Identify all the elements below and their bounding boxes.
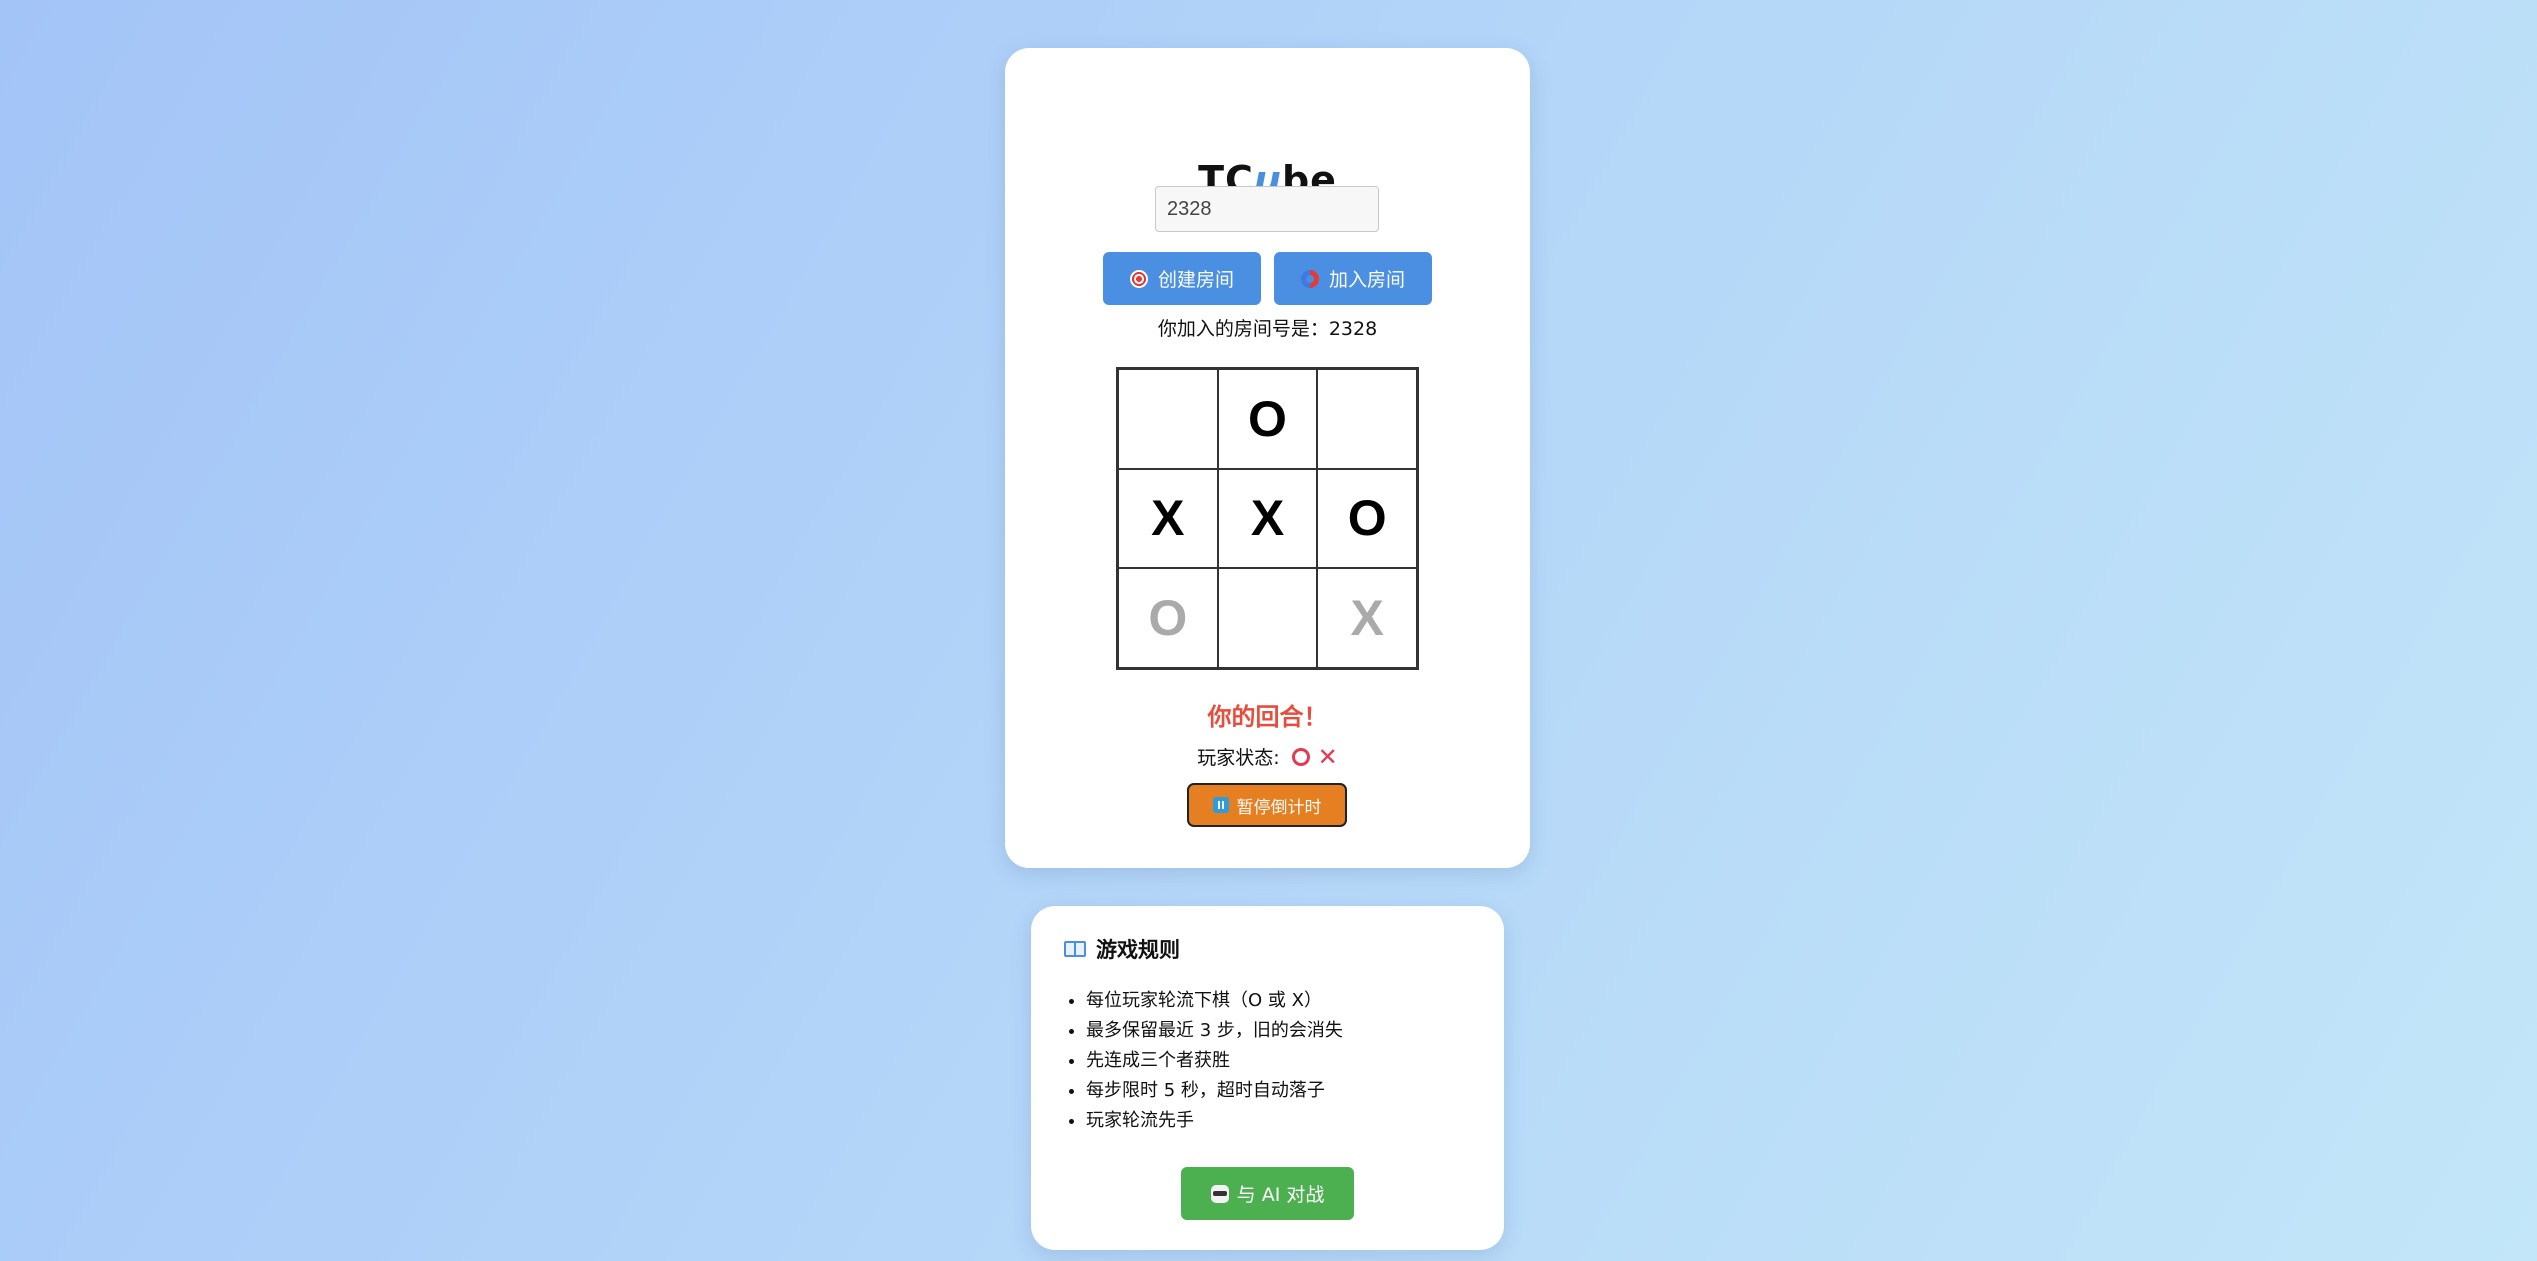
create-room-button[interactable]: 创建房间 [1103, 252, 1261, 305]
play-vs-ai-button[interactable]: 与 AI 对战 [1181, 1167, 1354, 1220]
game-board: O X X O O X [1116, 367, 1419, 670]
room-status-text: 你加入的房间号是：2328 [1157, 318, 1378, 340]
board-cell[interactable]: X [1118, 468, 1218, 569]
pause-timer-button[interactable]: 暂停倒计时 [1187, 783, 1347, 827]
rule-item: 先连成三个者获胜 [1086, 1046, 1343, 1076]
rule-item: 玩家轮流先手 [1086, 1106, 1343, 1136]
create-room-label: 创建房间 [1157, 269, 1234, 291]
rules-card: 游戏规则 每位玩家轮流下棋（O 或 X） 最多保留最近 3 步，旧的会消失 先连… [1031, 906, 1504, 1250]
game-card: TCube 创建房间 加入房间 你加入的房间号是：2328 O X X O O … [1005, 48, 1530, 868]
target-icon [1129, 269, 1148, 288]
robot-icon [1210, 1184, 1229, 1203]
board-cell[interactable] [1217, 568, 1318, 668]
ring-icon [1291, 747, 1310, 766]
room-number-input[interactable] [1155, 186, 1379, 232]
join-room-button[interactable]: 加入房间 [1274, 252, 1432, 305]
board-cell[interactable]: X [1217, 468, 1318, 569]
pause-icon [1212, 797, 1229, 813]
board-cell[interactable]: O [1118, 568, 1218, 668]
rule-item: 每步限时 5 秒，超时自动落子 [1086, 1076, 1343, 1106]
player-status: 玩家状态: ✕ [1005, 743, 1530, 770]
board-cell[interactable]: O [1217, 369, 1318, 469]
board-cell[interactable]: X [1317, 568, 1417, 668]
turn-indicator: 你的回合！ [1207, 703, 1328, 731]
rule-item: 每位玩家轮流下棋（O 或 X） [1086, 986, 1343, 1016]
magnet-icon [1300, 269, 1319, 288]
rule-item: 最多保留最近 3 步，旧的会消失 [1086, 1016, 1343, 1046]
book-icon [1064, 941, 1086, 957]
rules-heading-label: 游戏规则 [1096, 938, 1180, 962]
cross-icon: ✕ [1317, 742, 1338, 771]
rules-heading: 游戏规则 [1064, 934, 1180, 964]
play-vs-ai-label: 与 AI 对战 [1236, 1184, 1325, 1206]
rules-list: 每位玩家轮流下棋（O 或 X） 最多保留最近 3 步，旧的会消失 先连成三个者获… [1086, 986, 1343, 1136]
pause-timer-label: 暂停倒计时 [1236, 797, 1322, 818]
board-cell[interactable]: O [1317, 468, 1417, 569]
board-cell[interactable] [1118, 369, 1218, 469]
board-cell[interactable] [1317, 369, 1417, 469]
join-room-label: 加入房间 [1328, 269, 1405, 291]
player-status-label: 玩家状态: [1197, 747, 1280, 769]
